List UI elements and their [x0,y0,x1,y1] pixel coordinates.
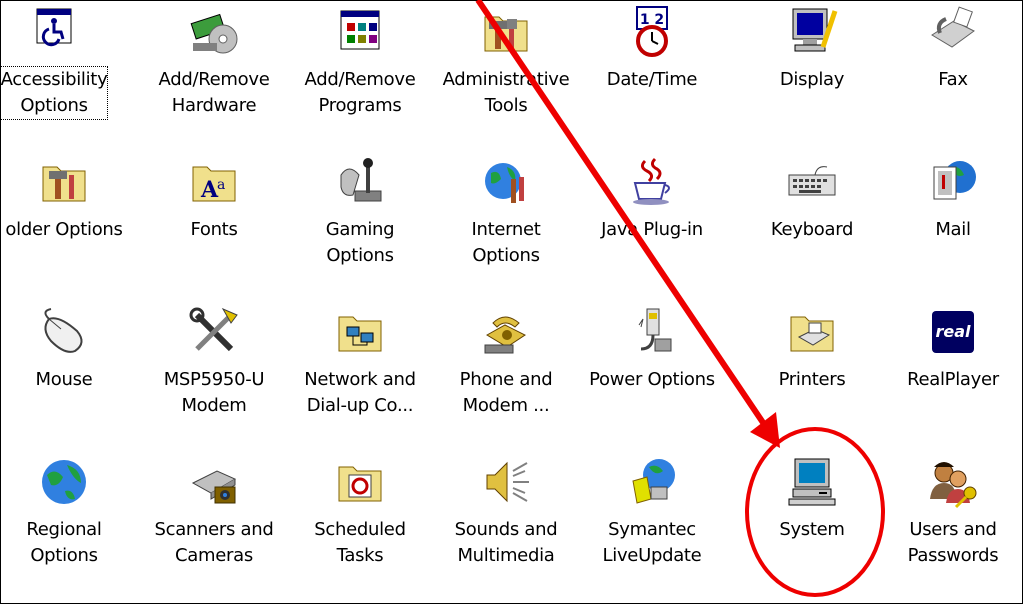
programs-icon [333,5,387,59]
monitor-icon [785,5,839,59]
clock-icon: 1 2 [625,5,679,59]
control-panel-item-java-plug-in[interactable]: Java Plug-in [585,155,719,243]
speaker-icon [479,455,533,509]
item-label: Keyboard [770,219,854,240]
item-label: Add/Remove Programs [304,69,416,116]
mail-icon [926,155,980,209]
java-cup-icon [625,155,679,209]
control-panel-item-symantec-liveupdate[interactable]: Symantec LiveUpdate [585,455,719,569]
folder-tools-icon [37,155,91,209]
item-label: Fax [938,69,968,90]
printer-folder-icon [785,305,839,359]
control-panel-item-users-passwords[interactable]: Users and Passwords [886,455,1020,569]
control-panel-item-system[interactable]: System [745,455,879,543]
control-panel-item-keyboard[interactable]: Keyboard [745,155,879,243]
power-plug-icon [625,305,679,359]
item-label: Add/Remove Hardware [158,69,270,116]
control-panel-item-phone-modem[interactable]: Phone and Modem ... [439,305,573,419]
control-panel-item-network-dialup[interactable]: Network and Dial-up Co... [293,305,427,419]
control-panel-item-add-remove-programs[interactable]: Add/Remove Programs [293,5,427,119]
mouse-icon [37,305,91,359]
control-panel-item-mouse[interactable]: Mouse [0,305,131,393]
control-panel-item-gaming-options[interactable]: Gaming Options [293,155,427,269]
joystick-icon [333,155,387,209]
control-panel-item-sounds-multimedia[interactable]: Sounds and Multimedia [439,455,573,569]
control-panel-item-regional-options[interactable]: Regional Options [0,455,131,569]
item-label: Java Plug-in [601,219,703,240]
control-panel-item-printers[interactable]: Printers [745,305,879,393]
item-label: Network and Dial-up Co... [304,369,416,416]
computer-icon [785,455,839,509]
modem-tools-icon [187,305,241,359]
item-label: Scanners and Cameras [154,519,274,566]
control-panel-item-msp5950-modem[interactable]: MSP5950-U Modem [147,305,281,419]
item-label: MSP5950-U Modem [163,369,265,416]
item-label: Regional Options [26,519,102,566]
item-label: Display [779,69,845,90]
control-panel-item-accessibility[interactable]: Accessibility Options [0,5,121,120]
control-panel-item-display[interactable]: Display [745,5,879,93]
item-label: Printers [778,369,846,390]
item-label: Scheduled Tasks [314,519,406,566]
item-label: Mouse [35,369,93,390]
control-panel-item-fax[interactable]: Fax [886,5,1020,93]
real-icon: real [926,305,980,359]
item-label: Symantec LiveUpdate [602,519,702,566]
control-panel-item-power-options[interactable]: Power Options [585,305,719,393]
scanner-icon [187,455,241,509]
control-panel-item-internet-options[interactable]: Internet Options [439,155,573,269]
control-panel-window: Accessibility Options Add/Remove Hardwar… [0,0,1023,604]
item-label: Users and Passwords [907,519,999,566]
control-panel-item-administrative-tools[interactable]: Administrative Tools [439,5,573,119]
admin-tools-icon [479,5,533,59]
control-panel-item-mail[interactable]: Mail [886,155,1020,243]
users-key-icon [926,455,980,509]
hardware-icon [187,5,241,59]
control-panel-item-folder-options[interactable]: older Options [0,155,131,243]
item-label: Administrative Tools [442,69,570,116]
control-panel-item-scanners-cameras[interactable]: Scanners and Cameras [147,455,281,569]
item-label: RealPlayer [907,369,999,390]
accessibility-icon [27,5,81,59]
fonts-folder-icon: Aa [187,155,241,209]
tasks-folder-icon [333,455,387,509]
item-label: Fonts [190,219,238,240]
keyboard-icon [785,155,839,209]
control-panel-item-realplayer[interactable]: real RealPlayer [886,305,1020,393]
control-panel-item-add-remove-hardware[interactable]: Add/Remove Hardware [147,5,281,119]
svg-text:a: a [217,177,225,193]
item-label: System [779,519,845,540]
liveupdate-icon [625,455,679,509]
item-label: Power Options [589,369,715,390]
svg-text:real: real [935,322,971,341]
control-panel-item-fonts[interactable]: Aa Fonts [147,155,281,243]
item-label: Internet Options [471,219,541,266]
network-folder-icon [333,305,387,359]
item-label: Gaming Options [325,219,395,266]
item-label: Mail [935,219,971,240]
item-label: Sounds and Multimedia [454,519,558,566]
item-label: Accessibility Options [0,66,109,120]
item-label: older Options [5,219,123,240]
phone-icon [479,305,533,359]
item-label: Date/Time [606,69,698,90]
control-panel-item-date-time[interactable]: 1 2 Date/Time [585,5,719,93]
globe-tools-icon [479,155,533,209]
control-panel-item-scheduled-tasks[interactable]: Scheduled Tasks [293,455,427,569]
item-label: Phone and Modem ... [459,369,553,416]
globe-icon [37,455,91,509]
fax-icon [926,5,980,59]
